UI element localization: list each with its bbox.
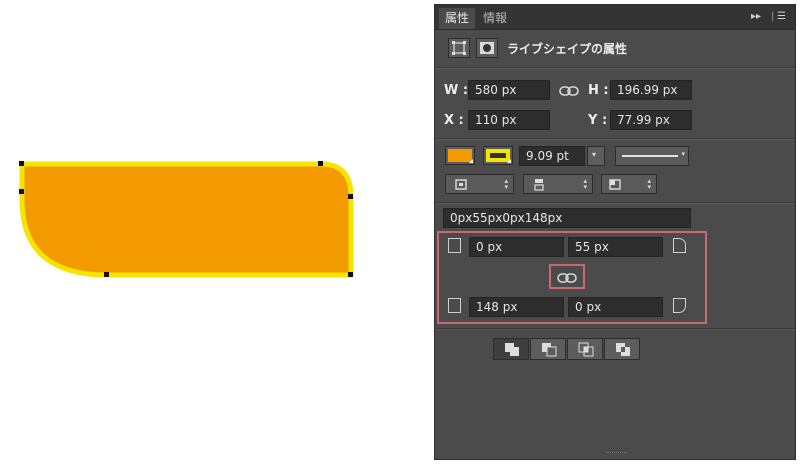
stroke-type-dropdown[interactable]: ▾ <box>615 146 689 166</box>
combine-shapes-button[interactable] <box>493 338 529 360</box>
bottom-right-corner-icon <box>673 298 686 313</box>
properties-panel: 属性 情報 ▸▸ | ☰ ライブシェイプの属性 W : 580 px H : 1… <box>434 4 796 460</box>
anchor-point[interactable] <box>348 194 353 199</box>
bottom-left-corner-icon <box>448 298 461 313</box>
anchor-point[interactable] <box>318 161 323 166</box>
x-label: X : <box>444 113 464 128</box>
width-label: W : <box>444 83 469 98</box>
panel-menu-icon[interactable]: ☰ <box>777 9 786 25</box>
height-label: H : <box>588 83 609 98</box>
mask-icon[interactable] <box>476 38 498 58</box>
intersect-shapes-icon <box>578 342 594 357</box>
updown-icon: ▴ ▾ <box>647 177 651 191</box>
panel-tabbar: 属性 情報 ▸▸ | ☰ <box>435 5 795 30</box>
link-dimensions-icon[interactable] <box>559 83 579 102</box>
fill-color-swatch[interactable] <box>445 146 475 165</box>
x-input[interactable]: 110 px <box>468 110 550 130</box>
combine-shapes-icon <box>505 343 519 356</box>
exclude-shapes-icon <box>616 343 630 356</box>
top-left-radius-input[interactable]: 0 px <box>469 237 564 257</box>
top-right-radius-input[interactable]: 55 px <box>568 237 663 257</box>
link-corners-icon[interactable] <box>557 270 577 289</box>
divider <box>435 328 795 330</box>
updown-icon: ▴ ▾ <box>504 177 508 191</box>
tab-properties[interactable]: 属性 <box>439 8 476 29</box>
anchor-point[interactable] <box>104 272 109 277</box>
collapse-panel-icon[interactable]: ▸▸ <box>751 9 761 25</box>
live-shape-rounded-rectangle[interactable] <box>19 161 354 278</box>
height-input[interactable]: 196.99 px <box>610 80 692 100</box>
chevron-down-icon: ▾ <box>681 150 685 158</box>
top-left-corner-icon <box>448 238 461 253</box>
stroke-width-dropdown[interactable]: ▾ <box>587 146 605 166</box>
corner-radius-summary-input[interactable]: 0px55px0px148px <box>443 208 691 228</box>
anchor-point[interactable] <box>19 161 24 166</box>
document-canvas[interactable] <box>0 0 430 466</box>
anchor-point[interactable] <box>19 189 24 194</box>
solid-line-icon <box>622 155 678 157</box>
subtract-shapes-button[interactable] <box>530 338 566 360</box>
divider <box>435 138 795 140</box>
stroke-caps-icon <box>534 179 544 191</box>
subtract-shapes-icon <box>542 343 557 357</box>
divider <box>435 67 795 69</box>
panel-header-title: ライブシェイプの属性 <box>507 42 628 56</box>
stroke-width-input[interactable]: 9.09 pt <box>519 146 585 166</box>
chevron-down-icon: ▾ <box>592 150 597 159</box>
panel-resize-grip[interactable] <box>607 452 627 456</box>
tab-info[interactable]: 情報 <box>477 8 513 29</box>
divider-icon: | <box>771 11 775 22</box>
bottom-left-radius-input[interactable]: 148 px <box>469 297 564 317</box>
width-input[interactable]: 580 px <box>468 80 550 100</box>
bottom-right-radius-input[interactable]: 0 px <box>568 297 663 317</box>
updown-icon: ▴ ▾ <box>583 177 587 191</box>
stroke-corners-dropdown[interactable]: ▴ ▾ <box>601 174 657 194</box>
stroke-caps-dropdown[interactable]: ▴ ▾ <box>523 174 593 194</box>
intersect-shapes-button[interactable] <box>567 338 603 360</box>
stroke-align-icon <box>455 179 467 190</box>
top-right-corner-icon <box>673 238 686 253</box>
y-label: Y : <box>588 113 608 128</box>
stroke-color-swatch[interactable] <box>483 146 513 165</box>
shape-properties-icon[interactable] <box>448 38 470 58</box>
exclude-shapes-button[interactable] <box>604 338 640 360</box>
anchor-point[interactable] <box>348 272 353 277</box>
y-input[interactable]: 77.99 px <box>610 110 692 130</box>
stroke-corners-icon <box>609 179 621 190</box>
shape-canvas-svg <box>19 161 354 278</box>
divider <box>435 202 795 204</box>
stroke-align-dropdown[interactable]: ▴ ▾ <box>445 174 514 194</box>
